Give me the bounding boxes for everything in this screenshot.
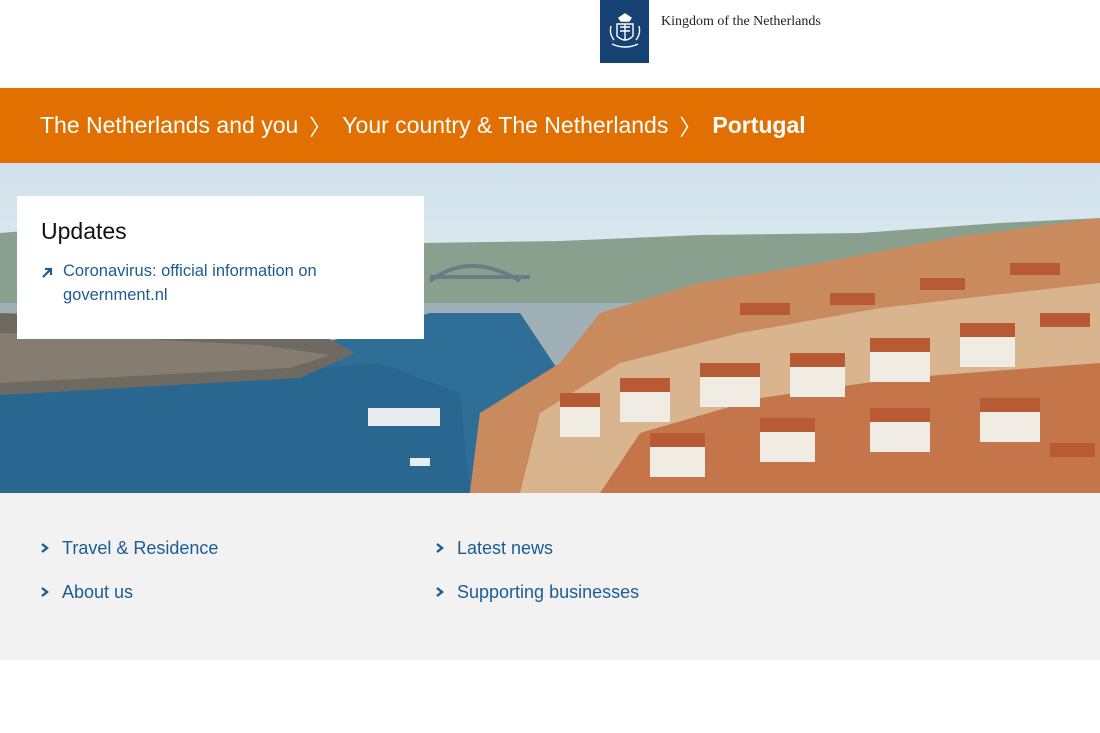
chevron-right-icon bbox=[40, 538, 50, 559]
quick-links: Travel & Residence About us Latest news … bbox=[0, 493, 1100, 660]
chevron-right-icon bbox=[435, 582, 445, 603]
link-travel-residence[interactable]: Travel & Residence bbox=[40, 538, 218, 559]
updates-title: Updates bbox=[41, 218, 127, 244]
update-link-text: Coronavirus: official information on gov… bbox=[63, 262, 317, 304]
update-link-coronavirus[interactable]: Coronavirus: official information on gov… bbox=[41, 259, 400, 307]
org-name[interactable]: Kingdom of the Netherlands bbox=[661, 14, 821, 30]
chevron-right-icon bbox=[40, 582, 50, 603]
coat-of-arms-icon[interactable] bbox=[600, 0, 649, 63]
chevron-right-icon bbox=[435, 538, 445, 559]
site-header: Kingdom of the Netherlands bbox=[0, 0, 1100, 88]
link-about-us[interactable]: About us bbox=[40, 582, 133, 603]
breadcrumb-item-your-country[interactable]: Your country & The Netherlands bbox=[342, 112, 668, 139]
chevron-right-icon: 〉 bbox=[679, 114, 702, 140]
link-latest-news[interactable]: Latest news bbox=[435, 538, 553, 559]
breadcrumb: The Netherlands and you 〉 Your country &… bbox=[0, 88, 1100, 163]
link-supporting-businesses[interactable]: Supporting businesses bbox=[435, 582, 639, 603]
breadcrumb-current: Portugal bbox=[712, 112, 806, 138]
external-arrow-icon bbox=[41, 262, 55, 286]
updates-card: Updates Coronavirus: official informatio… bbox=[17, 196, 424, 339]
chevron-right-icon: 〉 bbox=[309, 114, 332, 140]
breadcrumb-item-netherlands-and-you[interactable]: The Netherlands and you bbox=[40, 112, 298, 139]
